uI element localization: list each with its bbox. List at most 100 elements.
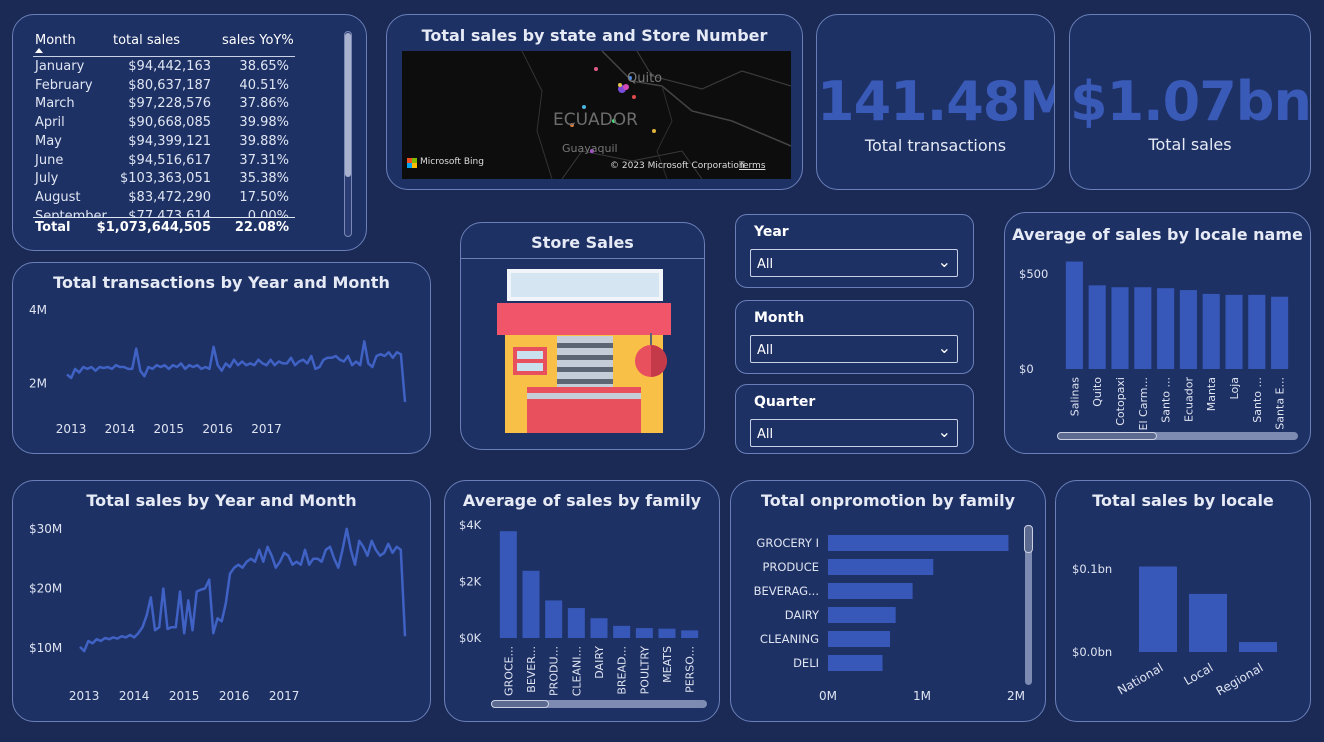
y-tick-label: $0.0bn (1072, 645, 1112, 659)
y-tick-label: $4K (459, 518, 482, 532)
table-row: March $97,228,576 37.86% (33, 96, 295, 115)
bar (828, 655, 883, 671)
x-tick-label: Salinas (1068, 377, 1081, 417)
kpi-sales-value: $1.07bn (1070, 70, 1311, 133)
table-row: January $94,442,163 38.65% (33, 59, 295, 78)
bar (1271, 296, 1289, 369)
x-tick-label: BREAD... (616, 646, 629, 695)
kpi-transactions-value: 141.48M (817, 70, 1055, 133)
x-tick-label: GROCE... (502, 646, 515, 696)
year-dropdown[interactable]: All ⌄ (750, 249, 958, 277)
x-tick-label: Quito (1091, 377, 1104, 407)
y-tick-label: GROCERY I (756, 536, 819, 550)
table-row: April $90,668,085 39.98% (33, 115, 295, 134)
promo-family-bar-chart: GROCERY I PRODUCE BEVERAG... DAIRY CLEANING D… (754, 535, 1025, 703)
table-scrollbar-thumb[interactable] (345, 33, 351, 177)
row-month: February (35, 77, 93, 93)
row-month: April (35, 115, 65, 131)
row-total-sales: $77,473,614 (128, 208, 211, 217)
total-divider (33, 217, 295, 218)
y-tick-label: $500 (1019, 267, 1048, 281)
row-total-sales: $94,399,121 (128, 133, 211, 149)
bing-logo-icon (407, 158, 417, 168)
y-tick-label: $10M (29, 641, 62, 655)
row-total-sales: $94,516,617 (128, 152, 211, 168)
chart-card-avg-family: Average of sales by family GROCE... BEVER… (444, 480, 720, 722)
chart-card-transactions: Total transactions by Year and Month 2M 4… (12, 262, 431, 454)
map-attribution: © 2023 Microsoft Corporation (610, 161, 745, 171)
row-month: September (35, 208, 107, 217)
bar (545, 600, 563, 638)
bar (1157, 288, 1175, 369)
slicer-month-label: Month (754, 310, 805, 326)
x-tick-label: 2017 (269, 689, 300, 703)
x-tick-label: Santa E... (1274, 377, 1287, 430)
map-terms-link[interactable]: Terms (739, 161, 766, 171)
bar (828, 631, 891, 647)
x-tick-label: Cotopaxi (1114, 377, 1127, 426)
total-sales-value: $1,073,644,505 (96, 220, 211, 235)
chart-scrollbar-thumb[interactable] (1057, 432, 1157, 440)
y-tick-label: $2K (459, 575, 482, 589)
map-title: Total sales by state and Store Number (421, 26, 768, 45)
x-tick-label: Regional (1214, 660, 1266, 698)
quarter-dropdown-value: All (757, 427, 774, 442)
chart-card-promo-family: Total onpromotion by family GROCERY I PRO… (730, 480, 1046, 722)
row-total-sales: $83,472,290 (128, 189, 211, 205)
transactions-line-chart: 2M 4M 2013 2014 2015 2016 2017 (29, 303, 407, 436)
row-sales-yoy: 38.65% (239, 59, 289, 74)
month-dropdown-value: All (757, 343, 774, 358)
bar (1139, 566, 1177, 652)
table-row: February $80,637,187 40.51% (33, 78, 295, 97)
y-tick-label: PRODUCE (762, 560, 819, 574)
map-label-quito: Quito (627, 71, 663, 86)
row-month: March (35, 96, 75, 112)
bar (590, 618, 608, 638)
x-tick-label: 2014 (119, 689, 150, 703)
quarter-dropdown[interactable]: All ⌄ (750, 419, 958, 447)
bar (828, 583, 913, 599)
year-dropdown-value: All (757, 257, 774, 272)
map-label-country: ECUADOR (553, 110, 638, 130)
x-tick-label: Manta (1205, 377, 1218, 411)
map-view[interactable]: ECUADOR Quito Guayaquil Microsoft Bing ©… (402, 51, 791, 179)
map-brand: Microsoft Bing (420, 157, 484, 167)
slicer-month: Month All ⌄ (735, 300, 974, 374)
sales-locale-bar-chart: National LocalRegional $0.0bn $0.1bn (1072, 562, 1277, 698)
x-tick-label: 2013 (56, 422, 87, 436)
kpi-total-sales: $1.07bn Total sales (1069, 14, 1311, 190)
month-dropdown[interactable]: All ⌄ (750, 335, 958, 363)
x-tick-label: POULTRY (638, 646, 651, 695)
chart-scrollbar-thumb[interactable] (1024, 525, 1033, 553)
row-sales-yoy: 40.51% (239, 77, 289, 93)
store-illustration-icon (497, 269, 671, 433)
series-line (79, 527, 407, 653)
bar (567, 608, 585, 638)
table-row: May $94,399,121 39.88% (33, 134, 295, 153)
table-row: July $103,363,051 35.38% (33, 171, 295, 190)
chart-scrollbar-thumb[interactable] (491, 700, 549, 708)
sales-map-card: Total sales by state and Store Number EC… (386, 14, 803, 190)
row-total-sales: $94,442,163 (128, 59, 211, 74)
kpi-total-transactions: 141.48M Total transactions (816, 14, 1055, 190)
y-tick-label: DELI (793, 656, 819, 670)
bar (828, 559, 934, 575)
chevron-down-icon: ⌄ (937, 338, 951, 357)
slicer-year-label: Year (754, 224, 789, 240)
row-total-sales: $103,363,051 (120, 171, 211, 187)
table-total-row: Total $1,073,644,505 22.08% (33, 220, 295, 239)
row-sales-yoy: 39.88% (239, 133, 289, 149)
bar (613, 625, 631, 638)
y-tick-label: DAIRY (785, 608, 820, 622)
y-tick-label: $0K (459, 631, 482, 645)
avg-family-bar-chart: GROCE... BEVER... PRODU... CLEANI... DAIRY BR… (459, 518, 699, 696)
x-tick-label: 2016 (202, 422, 233, 436)
slicer-quarter: Quarter All ⌄ (735, 384, 974, 454)
row-month: June (35, 152, 64, 168)
bar (658, 628, 676, 638)
avg-locale-bar-chart: Salinas Quito Cotopaxi El Carm... Santo ... E… (1019, 261, 1289, 430)
bar (828, 535, 1009, 551)
bar (1088, 285, 1106, 369)
x-tick-label: DAIRY (593, 646, 606, 679)
table-row: August $83,472,290 17.50% (33, 190, 295, 209)
